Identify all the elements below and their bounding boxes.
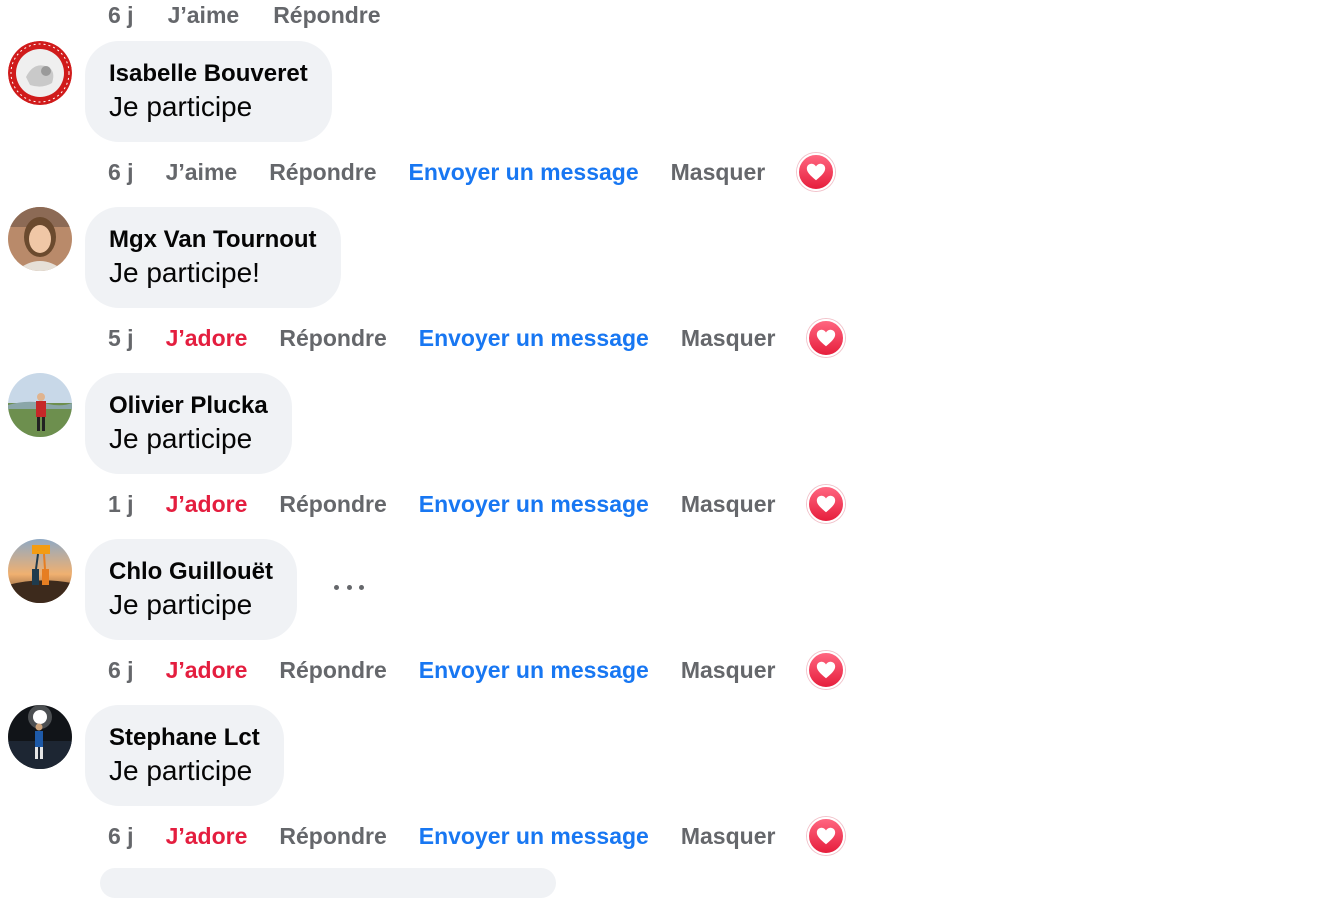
comment-actions: 6 j J’aime Répondre Envoyer un message M… xyxy=(108,153,836,191)
comment-text: Je participe xyxy=(109,754,253,786)
comment-author[interactable]: Olivier Plucka xyxy=(109,391,268,421)
send-message-link[interactable]: Envoyer un message xyxy=(419,325,649,352)
love-reaction-button[interactable]: J’adore xyxy=(166,491,248,518)
comment-actions: 6 j J’adore Répondre Envoyer un message … xyxy=(108,651,846,689)
more-options-icon[interactable] xyxy=(334,577,364,597)
comment-time[interactable]: 6 j xyxy=(108,823,134,850)
comment-bubble: Mgx Van Tournout Je participe! xyxy=(85,207,341,308)
heart-icon[interactable] xyxy=(807,651,846,689)
next-comment-bubble xyxy=(100,868,556,898)
hide-button[interactable]: Masquer xyxy=(681,657,776,684)
comment-time[interactable]: 5 j xyxy=(108,325,134,352)
comment-time[interactable]: 6 j xyxy=(108,657,134,684)
love-reaction-button[interactable]: J’adore xyxy=(166,325,248,352)
comment-time[interactable]: 6 j xyxy=(108,2,134,29)
comment-text: Je participe xyxy=(109,422,253,454)
reply-button[interactable]: Répondre xyxy=(279,491,386,518)
hide-button[interactable]: Masquer xyxy=(681,491,776,518)
hide-button[interactable]: Masquer xyxy=(681,325,776,352)
comment-text: Je participe xyxy=(109,588,253,620)
love-reaction-button[interactable]: J’adore xyxy=(166,823,248,850)
reply-button[interactable]: Répondre xyxy=(269,159,376,186)
comment-actions: 5 j J’adore Répondre Envoyer un message … xyxy=(108,319,846,357)
love-reaction-button[interactable]: J’adore xyxy=(166,657,248,684)
like-button[interactable]: J’aime xyxy=(168,2,240,29)
send-message-link[interactable]: Envoyer un message xyxy=(419,491,649,518)
comment-time[interactable]: 1 j xyxy=(108,491,134,518)
reply-button[interactable]: Répondre xyxy=(273,2,380,29)
heart-icon[interactable] xyxy=(807,485,846,523)
comment-actions: 1 j J’adore Répondre Envoyer un message … xyxy=(108,485,846,523)
reply-button[interactable]: Répondre xyxy=(279,657,386,684)
comment-bubble: Stephane Lct Je participe xyxy=(85,705,284,806)
heart-icon[interactable] xyxy=(807,319,846,357)
hide-button[interactable]: Masquer xyxy=(681,823,776,850)
avatar[interactable] xyxy=(8,41,72,105)
comment-text: Je participe! xyxy=(109,256,260,288)
reply-button[interactable]: Répondre xyxy=(279,823,386,850)
comment-item: Mgx Van Tournout Je participe! 5 j J’ado… xyxy=(0,207,1324,373)
comment-item: Stephane Lct Je participe 6 j J’adore Ré… xyxy=(0,705,1324,871)
send-message-link[interactable]: Envoyer un message xyxy=(419,823,649,850)
heart-icon[interactable] xyxy=(797,153,836,191)
comment-author[interactable]: Stephane Lct xyxy=(109,723,260,753)
heart-icon[interactable] xyxy=(807,817,846,855)
avatar[interactable] xyxy=(8,373,72,437)
hide-button[interactable]: Masquer xyxy=(671,159,766,186)
comment-bubble: Isabelle Bouveret Je participe xyxy=(85,41,332,142)
comment-text: Je participe xyxy=(109,90,253,122)
comment-item: Isabelle Bouveret Je participe 6 j J’aim… xyxy=(0,41,1324,207)
comment-author[interactable]: Isabelle Bouveret xyxy=(109,59,308,89)
reply-button[interactable]: Répondre xyxy=(279,325,386,352)
comment-author[interactable]: Mgx Van Tournout xyxy=(109,225,317,255)
comment-time[interactable]: 6 j xyxy=(108,159,134,186)
comment-bubble: Chlo Guillouët Je participe xyxy=(85,539,297,640)
send-message-link[interactable]: Envoyer un message xyxy=(409,159,639,186)
comment-actions: 6 j J’adore Répondre Envoyer un message … xyxy=(108,817,846,855)
avatar[interactable] xyxy=(8,539,72,603)
comment-item: Chlo Guillouët Je participe 6 j J’adore … xyxy=(0,539,1324,705)
send-message-link[interactable]: Envoyer un message xyxy=(419,657,649,684)
comment-item: Olivier Plucka Je participe 1 j J’adore … xyxy=(0,373,1324,539)
comment-bubble: Olivier Plucka Je participe xyxy=(85,373,292,474)
previous-comment-actions: 6 j J’aime Répondre xyxy=(108,0,381,30)
avatar[interactable] xyxy=(8,207,72,271)
like-button[interactable]: J’aime xyxy=(166,159,238,186)
avatar[interactable] xyxy=(8,705,72,769)
comment-author[interactable]: Chlo Guillouët xyxy=(109,557,273,587)
